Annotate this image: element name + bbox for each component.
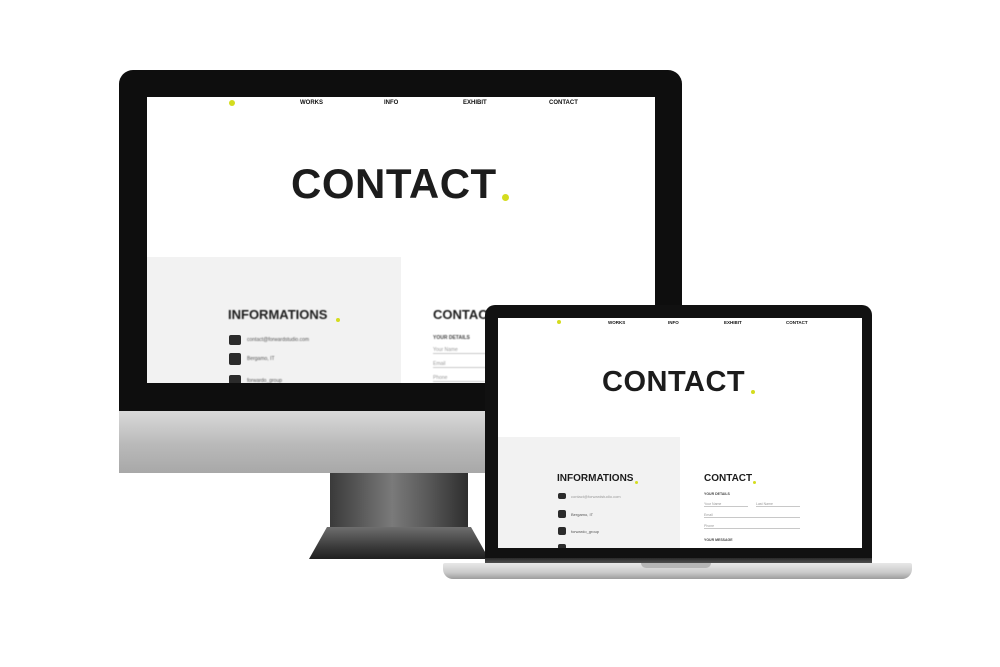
info-section-title: INFORMATIONS xyxy=(557,473,634,484)
laptop-screen: WORKS INFO EXHIBIT CONTACT CONTACT INFOR… xyxy=(498,318,862,548)
info-title-accent-dot xyxy=(635,481,638,484)
your-details-label: YOUR DETAILS xyxy=(704,492,730,496)
nav-contact[interactable]: CONTACT xyxy=(786,320,808,325)
mail-icon xyxy=(558,493,566,499)
name-field[interactable]: Your Name xyxy=(704,502,748,507)
email-field[interactable]: Email xyxy=(433,361,487,368)
mail-icon xyxy=(229,335,241,345)
location-icon xyxy=(229,353,241,365)
logo-dot[interactable] xyxy=(557,320,561,324)
lastname-field[interactable]: Last Name xyxy=(756,502,800,507)
your-message-label: YOUR MESSAGE xyxy=(704,538,733,542)
name-field[interactable]: Your Name xyxy=(433,347,487,354)
info-email[interactable]: contact@forwardstudio.com xyxy=(247,337,309,343)
page-title: CONTACT xyxy=(291,160,497,207)
phone-field[interactable]: Phone xyxy=(704,524,800,529)
nav-exhibit[interactable]: EXHIBIT xyxy=(463,100,487,106)
desktop-monitor-stand-neck xyxy=(330,473,468,531)
info-panel: INFORMATIONS contact@forwardstudio.com B… xyxy=(147,257,401,383)
nav-info[interactable]: INFO xyxy=(384,100,398,106)
phone-icon xyxy=(558,527,566,535)
contact-section-title: CONTACT xyxy=(704,473,753,484)
title-accent-dot xyxy=(751,390,755,394)
phone-icon xyxy=(229,375,241,383)
laptop-opening-notch xyxy=(641,563,711,568)
nav-contact[interactable]: CONTACT xyxy=(549,100,578,106)
info-section-title: INFORMATIONS xyxy=(228,307,328,322)
info-title-accent-dot xyxy=(336,318,340,322)
info-panel: INFORMATIONS contact@forwardstudio.com B… xyxy=(498,437,680,548)
logo-dot[interactable] xyxy=(229,100,235,106)
nav-exhibit[interactable]: EXHIBIT xyxy=(724,320,742,325)
info-email[interactable]: contact@forwardstudio.com xyxy=(571,494,621,499)
email-field[interactable]: Email xyxy=(704,513,800,518)
nav-works[interactable]: WORKS xyxy=(300,100,323,106)
desktop-monitor-stand-foot xyxy=(309,527,489,559)
info-location: Bergamo, IT xyxy=(571,512,594,517)
your-details-label: YOUR DETAILS xyxy=(433,335,470,341)
info-phone: forwardo_group xyxy=(571,529,600,534)
phone-field[interactable]: Phone xyxy=(433,375,487,382)
info-phone: forwardo_group xyxy=(247,378,283,383)
extra-icon xyxy=(558,544,566,548)
title-accent-dot xyxy=(502,194,509,201)
nav-works[interactable]: WORKS xyxy=(608,320,625,325)
page-title: CONTACT xyxy=(602,366,746,398)
info-location: Bergamo, IT xyxy=(247,356,275,362)
contact-title-accent-dot xyxy=(753,481,756,484)
location-icon xyxy=(558,510,566,518)
nav-info[interactable]: INFO xyxy=(668,320,679,325)
